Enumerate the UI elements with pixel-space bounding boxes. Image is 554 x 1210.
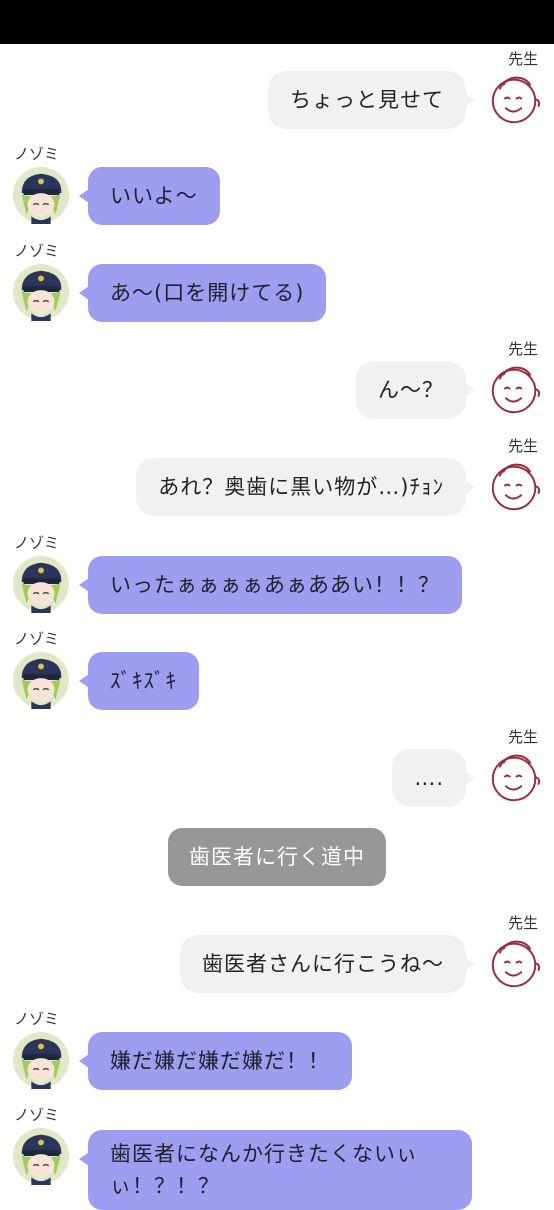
- message-bubble-6[interactable]: いったぁぁぁぁあぁああい！！？: [79, 556, 462, 614]
- nozomi-avatar-icon[interactable]: [12, 1031, 70, 1089]
- message-bubble-11[interactable]: 歯医者になんか行きたくないぃぃ！？！？: [79, 1130, 472, 1210]
- nozomi-avatar-icon[interactable]: [12, 1127, 70, 1185]
- message-bubble-5[interactable]: あれ？奥歯に黒い物が…)ﾁｮﾝ: [136, 458, 475, 516]
- sender-name-nozomi: ノゾミ: [14, 145, 60, 163]
- teacher-avatar-icon[interactable]: [486, 360, 544, 418]
- teacher-avatar-icon[interactable]: [486, 748, 544, 806]
- message-bubble-7[interactable]: ｽﾞｷｽﾞｷ: [79, 652, 199, 710]
- sender-name-teacher: 先生: [507, 728, 538, 746]
- teacher-avatar-icon[interactable]: [486, 70, 544, 128]
- sender-name-teacher: 先生: [507, 340, 538, 358]
- sender-name-teacher: 先生: [507, 437, 538, 455]
- message-bubble-8[interactable]: ….: [392, 749, 475, 807]
- message-bubble-4[interactable]: ん〜？: [356, 361, 475, 419]
- message-bubble-2[interactable]: いいよ〜: [79, 167, 220, 225]
- sender-name-nozomi: ノゾミ: [14, 534, 60, 552]
- status-bar: [0, 0, 554, 44]
- message-bubble-1[interactable]: ちょっと見せて: [268, 71, 475, 129]
- system-message: 歯医者に行く道中: [168, 828, 386, 886]
- message-bubble-10[interactable]: 嫌だ嫌だ嫌だ嫌だ！！: [79, 1032, 352, 1090]
- sender-name-teacher: 先生: [507, 50, 538, 68]
- teacher-avatar-icon[interactable]: [486, 934, 544, 992]
- sender-name-nozomi: ノゾミ: [14, 1106, 60, 1124]
- teacher-avatar-icon[interactable]: [486, 457, 544, 515]
- nozomi-avatar-icon[interactable]: [12, 651, 70, 709]
- sender-name-nozomi: ノゾミ: [14, 242, 60, 260]
- message-bubble-3[interactable]: あ〜(口を開けてる): [78, 264, 327, 322]
- sender-name-teacher: 先生: [507, 914, 538, 932]
- sender-name-nozomi: ノゾミ: [14, 630, 60, 648]
- nozomi-avatar-icon[interactable]: [12, 166, 70, 224]
- message-bubble-9[interactable]: 歯医者さんに行こうね〜: [180, 935, 475, 993]
- nozomi-avatar-icon[interactable]: [12, 263, 70, 321]
- sender-name-nozomi: ノゾミ: [14, 1010, 60, 1028]
- nozomi-avatar-icon[interactable]: [12, 555, 70, 613]
